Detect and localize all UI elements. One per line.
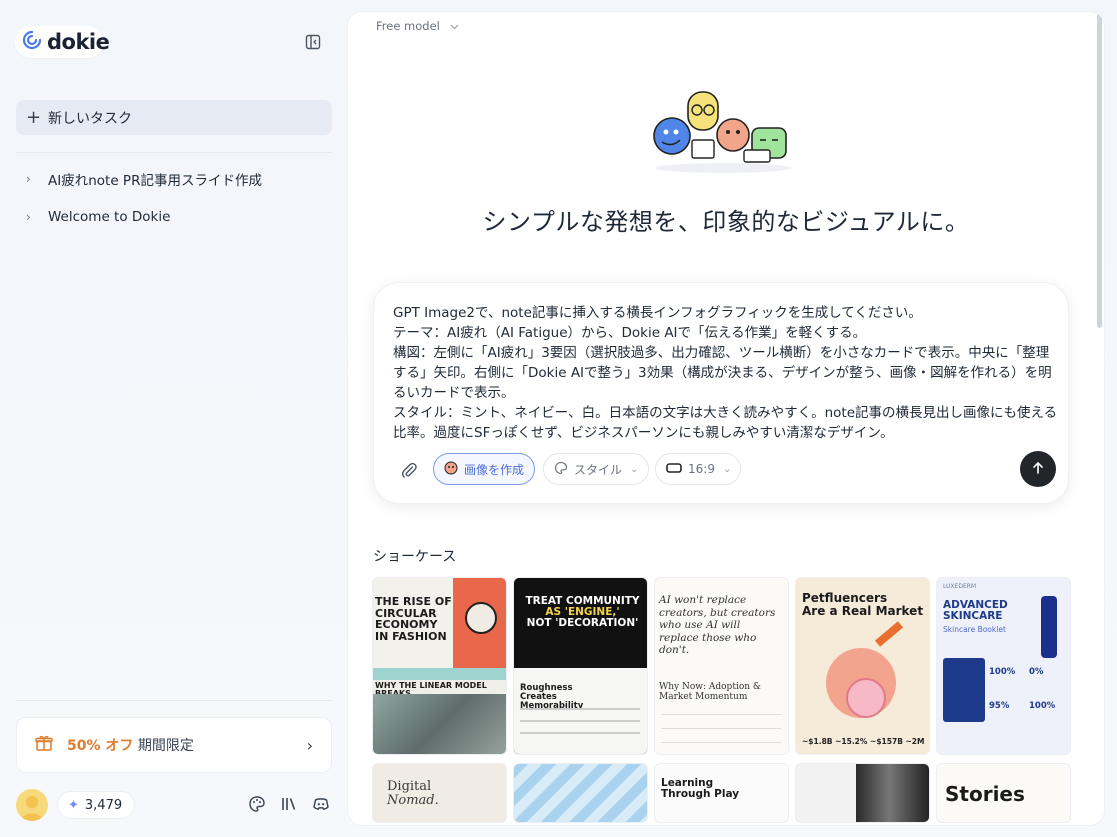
credits-badge[interactable]: ✦ 3,479: [57, 791, 136, 819]
logo-text: dokie: [47, 30, 110, 54]
page-headline: シンプルな発想を、印象的なビジュアルに。: [482, 208, 970, 236]
card-brand: LUXEDERM: [943, 583, 977, 590]
card-title-line: Petfluencers: [802, 591, 888, 605]
discord-icon[interactable]: [312, 795, 332, 815]
palette-icon[interactable]: [248, 795, 268, 815]
card-title-line: THE RISE OF: [375, 595, 452, 608]
divider: [16, 152, 332, 153]
showcase-card[interactable]: AI won't replace creators, but creators …: [654, 577, 789, 755]
logo[interactable]: dokie: [15, 26, 110, 58]
send-button[interactable]: [1020, 451, 1056, 487]
card-title-line: who use AI will: [659, 619, 741, 632]
chevron-right-icon: ›: [26, 210, 31, 224]
model-selector[interactable]: Free model: [376, 19, 459, 33]
showcase-card[interactable]: TREAT COMMUNITY AS 'ENGINE,' NOT 'DECORA…: [513, 577, 648, 755]
card-title-line: AI won't replace: [659, 594, 747, 606]
create-image-button[interactable]: 画像を作成: [433, 453, 536, 485]
card-stat: 0%: [1029, 667, 1044, 677]
dokie-logo-icon: [21, 29, 43, 55]
card-subtitle: Why Now: Adoption & Market Momentum: [659, 682, 761, 702]
showcase-card[interactable]: Digital Nomad.: [372, 763, 507, 823]
style-label: スタイル: [574, 462, 623, 477]
card-title-line: creators, but creators: [659, 606, 776, 619]
showcase-heading: ショーケース: [373, 549, 457, 565]
card-title-line: IN FASHION: [375, 629, 447, 643]
new-task-label: 新しいタスク: [48, 110, 132, 127]
chevron-down-icon: [450, 19, 459, 33]
card-title-line: Through Play: [661, 788, 740, 801]
showcase-card[interactable]: Learning Through Play: [654, 763, 789, 823]
create-image-label: 画像を作成: [464, 462, 525, 477]
card-stat: 95%: [989, 701, 1010, 711]
card-title-line: SKINCARE: [943, 610, 1003, 623]
avatar[interactable]: [16, 789, 48, 821]
palette-icon: [554, 461, 568, 478]
plus-icon: +: [26, 106, 42, 128]
divider: [16, 700, 332, 701]
card-title-line: Nomad.: [387, 792, 439, 808]
sidebar-footer: ✦ 3,479: [16, 789, 332, 821]
showcase-card[interactable]: THE RISE OF CIRCULAR ECONOMY IN FASHION …: [372, 577, 507, 755]
prompt-input[interactable]: GPT Image2で、note記事に挿入する横長インフォグラフィックを生成して…: [393, 303, 1058, 443]
card-stat: 100%: [1029, 701, 1056, 711]
sidebar-collapse-icon[interactable]: [305, 34, 321, 50]
aspect-ratio-dropdown[interactable]: 16:9 ⌄: [655, 453, 741, 485]
card-subtitle: ~$1.8B ~15.2% ~$157B ~2M: [802, 737, 925, 746]
promo-banner[interactable]: 50% オフ 期間限定 ›: [16, 717, 332, 773]
history-item[interactable]: › AI疲れnote PR記事用スライド作成: [16, 160, 332, 198]
showcase-card[interactable]: LUXEDERM ADVANCED SKINCARE Skincare Book…: [936, 577, 1071, 755]
history-item-label: AI疲れnote PR記事用スライド作成: [48, 173, 262, 189]
card-title-line: Digital: [387, 779, 432, 794]
showcase-card[interactable]: [513, 763, 648, 823]
paperclip-icon[interactable]: [400, 461, 418, 479]
card-subtitle: Skincare Booklet: [943, 625, 1006, 634]
arrow-up-icon: [1031, 460, 1045, 479]
library-icon[interactable]: [280, 795, 300, 815]
showcase-card[interactable]: Stories: [936, 763, 1071, 823]
card-title-line: Are a Real Market: [802, 603, 924, 618]
style-dropdown[interactable]: スタイル ⌄: [543, 453, 650, 485]
aspect-ratio-label: 16:9: [688, 462, 715, 476]
showcase-card[interactable]: [795, 763, 930, 823]
image-icon: [444, 461, 458, 478]
aspect-ratio-icon: [666, 462, 682, 477]
promo-discount: 50% オフ: [67, 738, 134, 754]
history-item-label: Welcome to Dokie: [48, 209, 171, 225]
card-subtitle: Roughness Creates Memorability: [520, 683, 584, 711]
model-label: Free model: [376, 19, 440, 33]
gift-icon: [35, 734, 53, 756]
chevron-right-icon: ›: [306, 736, 313, 755]
history-item[interactable]: › Welcome to Dokie: [16, 198, 332, 236]
sparkle-icon: ✦: [68, 797, 79, 813]
sidebar: dokie + 新しいタスク › AI疲れnote PR記事用スライド作成 › …: [0, 0, 348, 837]
prompt-composer: GPT Image2で、note記事に挿入する横長インフォグラフィックを生成して…: [373, 282, 1069, 504]
main-panel: Free model シンプルな発想を、印象的なビジュアルに。 GPT Imag…: [348, 12, 1104, 825]
card-title-line: replace those who don't.: [659, 631, 757, 657]
chevron-down-icon: ⌄: [722, 463, 732, 475]
card-title-line: CIRCULAR ECONOMY: [375, 606, 438, 632]
chevron-right-icon: ›: [26, 172, 31, 186]
promo-limited: 期間限定: [137, 738, 194, 754]
card-title-line: NOT 'DECORATION': [526, 617, 639, 630]
showcase-card[interactable]: Petfluencers Are a Real Market ~$1.8B ~1…: [795, 577, 930, 755]
chevron-down-icon: ⌄: [630, 463, 639, 475]
composer-toolbar: 画像を作成 スタイル ⌄ 16:9 ⌄: [394, 451, 1056, 487]
card-stat: 100%: [989, 667, 1016, 677]
card-title-line: Stories: [945, 782, 1025, 806]
credits-value: 3,479: [84, 797, 123, 813]
new-task-button[interactable]: + 新しいタスク: [16, 100, 332, 135]
scrollbar[interactable]: [1097, 12, 1102, 328]
hero-illustration: [648, 88, 798, 174]
task-history-list: › AI疲れnote PR記事用スライド作成 › Welcome to Doki…: [16, 160, 332, 236]
